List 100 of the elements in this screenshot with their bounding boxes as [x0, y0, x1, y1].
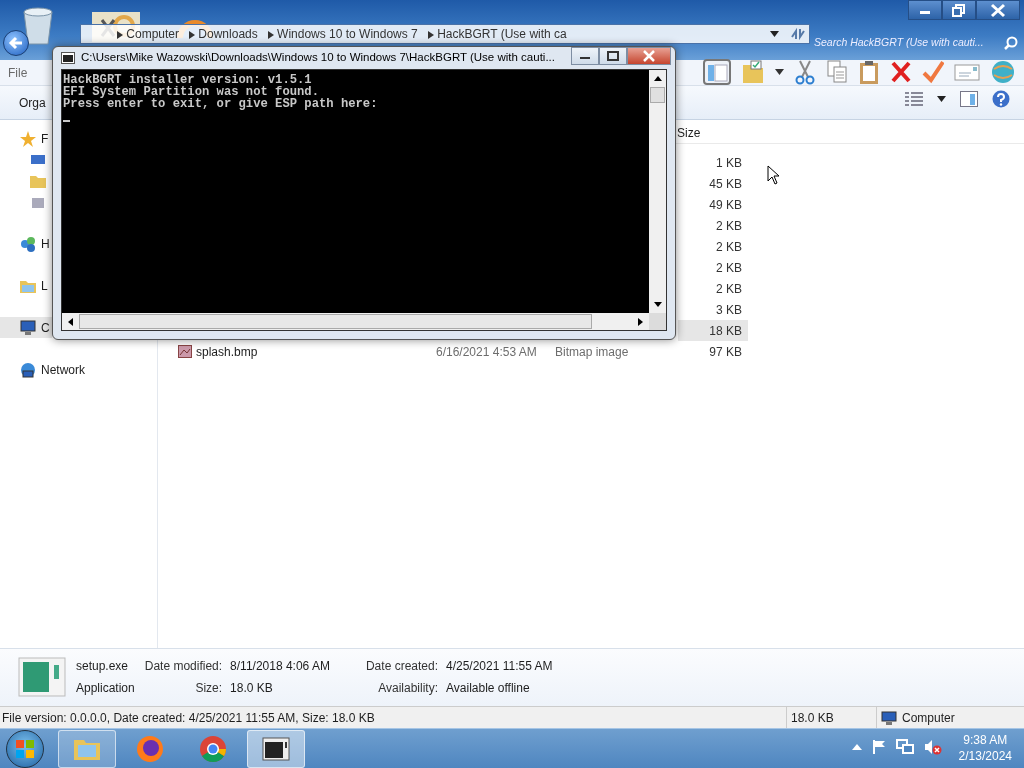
file-date: 6/16/2021 4:53 AM [436, 343, 537, 361]
file-type: Bitmap image [555, 343, 629, 361]
file-row[interactable]: 2 KB [678, 278, 748, 299]
breadcrumb-item[interactable]: HackBGRT (Use with ca [427, 25, 567, 43]
field-label: Date created: [365, 658, 438, 675]
search-icon [1004, 36, 1018, 50]
left-arrow-icon [68, 317, 73, 326]
file-row[interactable]: 1 KB [678, 152, 748, 173]
close-icon[interactable] [989, 2, 1007, 18]
sidebar-item[interactable]: Network [0, 359, 87, 380]
back-button[interactable] [3, 30, 29, 56]
sidebar-item[interactable]: L [0, 275, 50, 296]
breadcrumb-item[interactable]: Downloads [189, 25, 258, 43]
horizontal-scrollbar[interactable] [62, 313, 649, 330]
mouse-pointer-icon [767, 165, 781, 185]
star-icon [20, 130, 36, 147]
file-size: 2 KB [716, 217, 742, 235]
view-list-icon[interactable] [905, 92, 923, 106]
chevron-icon [427, 30, 434, 39]
sidebar-item[interactable]: C [0, 317, 52, 338]
sidebar-item[interactable]: F [0, 128, 51, 149]
vertical-scrollbar[interactable] [649, 70, 666, 313]
scroll-thumb[interactable] [650, 87, 665, 103]
network-icon [20, 361, 36, 378]
image-file-icon [178, 345, 192, 358]
preview-pane-icon[interactable] [960, 91, 978, 107]
network-icon[interactable] [896, 739, 914, 755]
close-button[interactable] [976, 0, 1020, 20]
delete-icon[interactable] [890, 59, 912, 85]
back-arrow-icon [8, 36, 24, 50]
breadcrumb-item[interactable]: Windows 10 to Windows 7 [267, 25, 418, 43]
file-row[interactable]: 2 KB [678, 236, 748, 257]
chrome-icon [198, 733, 228, 764]
console-icon [61, 52, 75, 64]
file-size: 97 KB [709, 343, 742, 361]
organize-button[interactable]: Orga [18, 92, 47, 113]
field-label: Date modified: [144, 658, 223, 675]
right-arrow-icon [638, 317, 643, 326]
scroll-thumb[interactable] [79, 314, 592, 329]
console-line: Press enter to exit, or give ESP path here: [63, 98, 379, 110]
breadcrumb-item[interactable]: Computer [117, 25, 180, 43]
file-row[interactable]: splash.bmp 6/16/2021 4:53 AM Bitmap image 97 KB [158, 341, 748, 362]
maximize-icon[interactable] [604, 49, 622, 63]
file-size: 49 KB [709, 196, 742, 214]
file-size: 2 KB [716, 259, 742, 277]
help-icon[interactable] [992, 90, 1010, 108]
chevron-icon [117, 30, 123, 39]
firefox-icon [135, 733, 165, 764]
field-value: Available offline [446, 680, 531, 697]
column-header[interactable]: Size [677, 123, 701, 142]
recycle-bin-icon [20, 6, 56, 46]
file-name: setup.exe [76, 658, 130, 675]
caret-icon[interactable] [937, 96, 946, 102]
homegroup-icon [20, 235, 36, 252]
minimize-button[interactable] [908, 0, 942, 20]
file-size: 2 KB [716, 238, 742, 256]
file-row[interactable]: 45 KB [678, 173, 748, 194]
refresh-icon[interactable] [790, 27, 806, 41]
caret-icon[interactable] [775, 69, 784, 75]
checkmark-icon[interactable] [922, 59, 944, 85]
file-size: 3 KB [716, 301, 742, 319]
up-arrow-icon[interactable] [852, 743, 862, 751]
file-size: 1 KB [716, 154, 742, 172]
file-row[interactable]: 2 KB [678, 257, 748, 278]
dropdown-icon[interactable] [770, 31, 779, 37]
down-arrow-icon [653, 302, 662, 307]
clipboard-icon[interactable] [858, 59, 880, 85]
minimize-button[interactable] [571, 47, 599, 65]
text-cursor [63, 120, 70, 122]
restore-icon[interactable] [950, 2, 968, 18]
close-button[interactable] [627, 47, 671, 65]
console-line: EFI System Partition was not found. [63, 86, 319, 98]
computer-icon [20, 319, 36, 336]
file-row[interactable]: 3 KB [678, 299, 748, 320]
layout-icon[interactable] [703, 59, 731, 85]
console-line: HackBGRT installer version: v1.5.1 [63, 74, 312, 86]
file-size: 2 KB [716, 280, 742, 298]
sidebar-item[interactable]: H [0, 233, 52, 254]
maximize-button[interactable] [599, 47, 627, 65]
file-row[interactable]: 2 KB [678, 215, 748, 236]
search-field[interactable]: Search HackBGRT (Use with cauti... [812, 31, 1024, 53]
application-icon [18, 657, 66, 697]
menu-item[interactable]: File [8, 63, 28, 82]
field-label: Availability: [377, 680, 438, 697]
close-icon[interactable] [640, 49, 658, 63]
taskbar-app-button[interactable] [247, 729, 305, 768]
flag-icon[interactable] [872, 739, 886, 755]
file-row[interactable]: 49 KB [678, 194, 748, 215]
computer-icon [881, 710, 897, 725]
muted-speaker-icon[interactable] [924, 739, 942, 755]
folder-check-icon[interactable] [741, 59, 765, 85]
status-text: File version: 0.0.0.0, Date created: 4/25/2021 11:55 AM, Size: 18.0 KB [1, 709, 376, 727]
window-title: C:\Users\Mike Wazowski\Downloads\Windows 10 to Windows 7\HackBGRT (Use with cauti... [81, 50, 555, 66]
windows-logo-icon [15, 738, 35, 759]
scissors-icon[interactable] [794, 59, 816, 85]
address-bar[interactable]: Computer Downloads Windows 10 to Windows 7 HackBGRT (Use with ca [80, 24, 810, 44]
restore-button[interactable] [942, 0, 976, 20]
start-button[interactable] [6, 729, 44, 768]
copy-icon[interactable] [826, 59, 848, 85]
file-row[interactable]: 18 KB [678, 320, 748, 341]
